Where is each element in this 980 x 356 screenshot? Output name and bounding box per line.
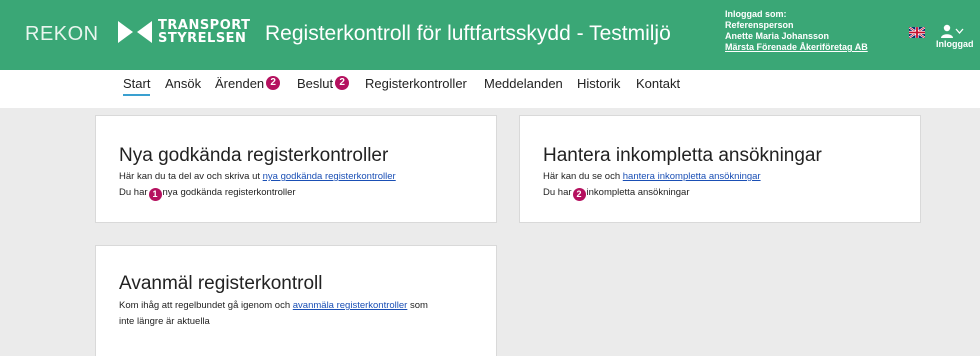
- login-heading: Inloggad som:: [725, 9, 787, 19]
- nav-arenden[interactable]: Ärenden 2: [215, 76, 281, 91]
- nav-kontakt[interactable]: Kontakt: [636, 76, 680, 91]
- card-count-line: Du har 1 nya godkända registerkontroller: [119, 187, 296, 201]
- nav-meddelanden[interactable]: Meddelanden: [484, 76, 563, 91]
- uk-flag-icon[interactable]: [909, 27, 925, 38]
- card-description: Här kan du se och hantera inkompletta an…: [543, 171, 761, 182]
- deregister-link[interactable]: avanmäla registerkontroller: [293, 300, 408, 311]
- user-menu-label: Inloggad: [936, 39, 974, 49]
- logo-text-line2: STYRELSEN: [158, 31, 247, 46]
- user-icon: [941, 24, 953, 38]
- card-description: Kom ihåg att regelbundet gå igenom och a…: [119, 300, 428, 311]
- card-description: Här kan du ta del av och skriva ut nya g…: [119, 171, 396, 182]
- nav-ansok[interactable]: Ansök: [165, 76, 201, 91]
- card-title: Avanmäl registerkontroll: [119, 273, 323, 294]
- user-menu[interactable]: Inloggad: [936, 24, 980, 60]
- new-approved-link[interactable]: nya godkända registerkontroller: [263, 171, 396, 182]
- card-deregister: Avanmäl registerkontroll Kom ihåg att re…: [95, 245, 497, 356]
- card-title: Hantera inkompletta ansökningar: [543, 145, 822, 166]
- site-title: Registerkontroll för luftfartsskydd - Te…: [265, 22, 671, 45]
- arenden-count-badge: 2: [266, 76, 281, 90]
- nav-historik[interactable]: Historik: [577, 76, 620, 91]
- transportstyrelsen-logo[interactable]: TRANSPORT STYRELSEN: [118, 19, 251, 45]
- login-name: Anette Maria Johansson: [725, 31, 830, 41]
- app-name[interactable]: REKON: [25, 23, 99, 46]
- incomplete-applications-link[interactable]: hantera inkompletta ansökningar: [623, 171, 761, 182]
- nav-registerkontroller[interactable]: Registerkontroller: [365, 76, 467, 91]
- card-count-line: Du har 2 inkompletta ansökningar: [543, 187, 690, 201]
- incomplete-count-badge: 2: [572, 188, 586, 201]
- login-organization-link[interactable]: Märsta Förenade Åkeriföretag AB: [725, 42, 868, 53]
- nav-start[interactable]: Start: [123, 76, 151, 96]
- nav-beslut[interactable]: Beslut 2: [297, 76, 350, 91]
- app-header: REKON TRANSPORT STYRELSEN Registerkontro…: [0, 0, 980, 70]
- card-incomplete: Hantera inkompletta ansökningar Här kan …: [519, 115, 921, 223]
- login-info: Inloggad som: Referensperson Anette Mari…: [725, 9, 868, 53]
- logo-mark-icon: [118, 21, 152, 43]
- chevron-down-icon: [955, 28, 964, 34]
- approved-count-badge: 1: [148, 188, 162, 201]
- main-nav: Start Ansök Ärenden 2 Beslut 2 Registerkon…: [0, 70, 980, 108]
- card-new-approved: Nya godkända registerkontroller Här kan …: [95, 115, 497, 223]
- login-role: Referensperson: [725, 20, 794, 30]
- card-description-line2: inte längre är aktuella: [119, 316, 210, 327]
- beslut-count-badge: 2: [335, 76, 350, 90]
- card-title: Nya godkända registerkontroller: [119, 145, 389, 166]
